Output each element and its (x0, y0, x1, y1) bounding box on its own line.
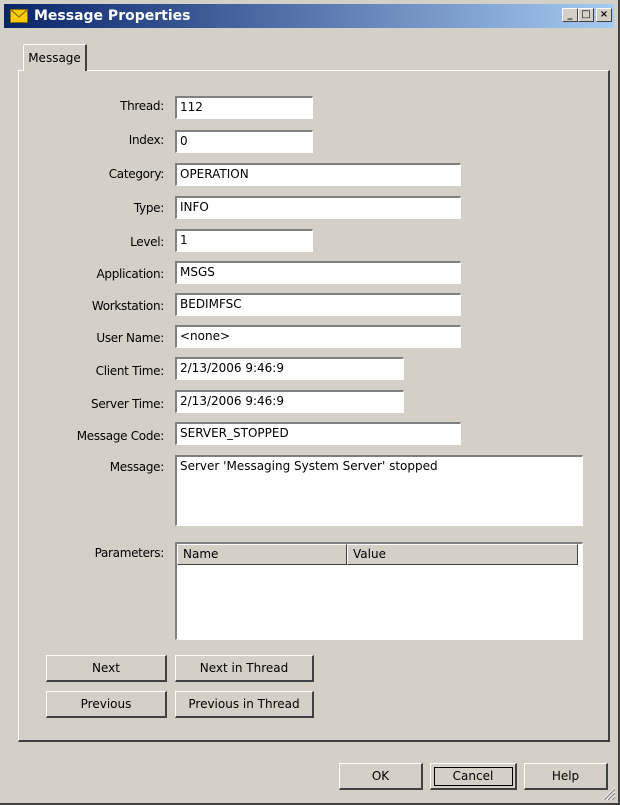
ok-button-label: OK (371, 769, 390, 783)
index-label: Index: (128, 133, 165, 147)
workstation-field[interactable]: BEDIMFSC (175, 293, 461, 316)
user-name-label: User Name: (96, 331, 164, 345)
resize-grip-icon[interactable] (602, 787, 616, 801)
type-field[interactable]: INFO (175, 196, 461, 219)
window-title: Message Properties (34, 8, 191, 24)
close-icon: × (599, 9, 609, 20)
minimize-icon: _ (567, 9, 573, 20)
tab-label: Message (28, 51, 81, 65)
value-column-header[interactable]: Value (347, 544, 578, 565)
server-time-label: Server Time: (91, 397, 164, 411)
previous-in-thread-label: Previous in Thread (188, 697, 300, 711)
title-bar[interactable]: Message Properties _ □ × (4, 4, 614, 28)
thread-field[interactable]: 112 (175, 96, 313, 119)
next-in-thread-button[interactable]: Next in Thread (175, 655, 314, 682)
message-properties-window: Message Properties _ □ × Message Thread:… (0, 0, 620, 805)
cancel-button[interactable]: Cancel (430, 763, 517, 790)
maximize-icon: □ (581, 9, 591, 20)
index-field[interactable]: 0 (175, 130, 313, 153)
previous-in-thread-button[interactable]: Previous in Thread (175, 691, 314, 718)
maximize-button[interactable]: □ (578, 8, 594, 22)
help-button-label: Help (551, 769, 580, 783)
level-label: Level: (130, 235, 164, 249)
server-time-field[interactable]: 2/13/2006 9:46:9 (175, 390, 404, 413)
envelope-icon (10, 9, 28, 23)
close-button[interactable]: × (596, 8, 612, 22)
cancel-button-label: Cancel (452, 769, 494, 783)
level-field[interactable]: 1 (175, 229, 313, 252)
workstation-label: Workstation: (91, 299, 164, 313)
previous-button[interactable]: Previous (46, 691, 167, 718)
thread-label: Thread: (120, 99, 164, 113)
application-label: Application: (96, 267, 165, 281)
client-time-field[interactable]: 2/13/2006 9:46:9 (175, 357, 404, 380)
application-field[interactable]: MSGS (175, 261, 461, 284)
next-button[interactable]: Next (46, 655, 167, 682)
message-textarea[interactable]: Server 'Messaging System Server' stopped (175, 455, 583, 526)
client-time-label: Client Time: (95, 364, 165, 378)
previous-button-label: Previous (80, 697, 132, 711)
message-code-label: Message Code: (76, 429, 165, 443)
parameters-label: Parameters: (94, 546, 165, 560)
type-label: Type: (133, 201, 164, 215)
message-code-field[interactable]: SERVER_STOPPED (175, 422, 461, 445)
category-field[interactable]: OPERATION (175, 163, 461, 186)
help-button[interactable]: Help (524, 763, 608, 790)
next-button-label: Next (92, 661, 120, 675)
parameters-list[interactable]: Name Value (175, 542, 583, 640)
user-name-field[interactable]: <none> (175, 325, 461, 348)
next-in-thread-label: Next in Thread (199, 661, 289, 675)
ok-button[interactable]: OK (339, 763, 423, 790)
tab-message[interactable]: Message (23, 44, 87, 71)
name-column-header[interactable]: Name (177, 544, 347, 565)
category-label: Category: (108, 167, 165, 181)
minimize-button[interactable]: _ (562, 8, 578, 22)
message-label: Message: (109, 460, 165, 474)
